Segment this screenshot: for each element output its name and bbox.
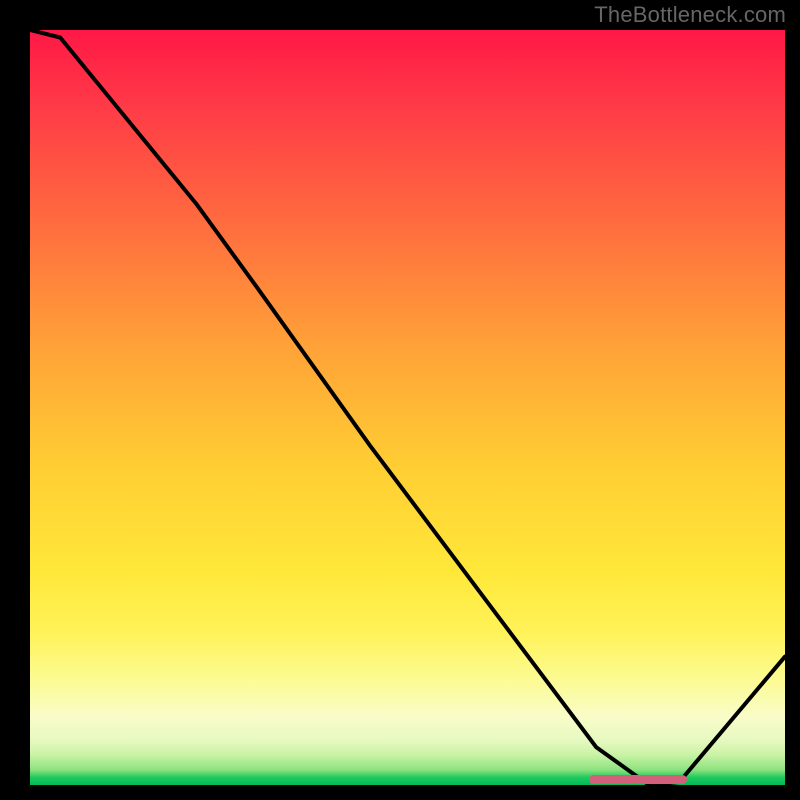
series-line — [30, 30, 785, 785]
line-chart — [30, 30, 785, 785]
watermark-text: TheBottleneck.com — [594, 2, 786, 28]
plot-area — [30, 30, 785, 785]
chart-frame: TheBottleneck.com — [0, 0, 800, 800]
optimal-range-marker — [589, 775, 687, 784]
